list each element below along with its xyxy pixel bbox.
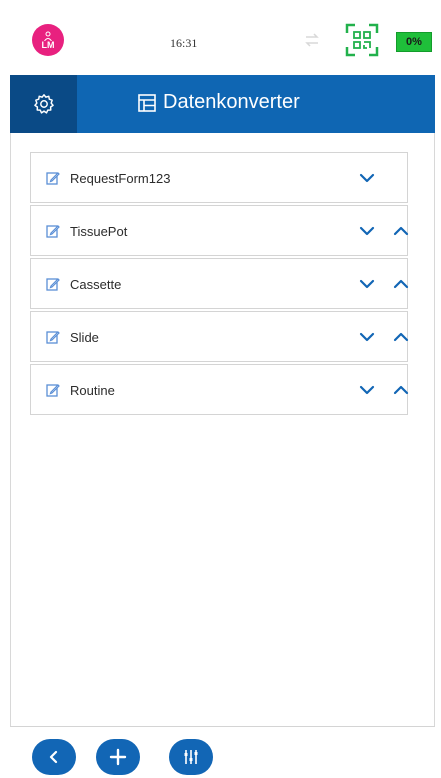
qr-scan-icon[interactable] [345,23,379,57]
back-button[interactable] [32,739,76,775]
list-item[interactable]: Cassette [30,258,410,309]
edit-icon[interactable] [46,277,60,291]
edit-icon[interactable] [46,171,60,185]
table-icon [138,93,156,112]
chevron-left-icon [49,750,58,764]
edit-icon[interactable] [46,383,60,397]
chevron-up-icon[interactable] [392,381,410,399]
page-title: Datenkonverter [137,91,300,114]
list-item[interactable]: Slide [30,311,410,362]
chevron-down-icon[interactable] [358,222,376,240]
chevron-up-icon[interactable] [392,222,410,240]
avatar-initials: LM [41,39,55,50]
list-item[interactable]: TissuePot [30,205,410,256]
chevron-up-icon[interactable] [392,275,410,293]
settings-button[interactable] [10,75,77,133]
list-item-label: Cassette [70,277,122,292]
list-item-label: RequestForm123 [70,171,171,186]
edit-icon[interactable] [46,330,60,344]
edit-icon[interactable] [46,224,60,238]
chevron-down-icon[interactable] [358,328,376,346]
avatar[interactable]: LM [32,24,64,56]
converter-list: RequestForm123 TissuePot Cassette Slide … [30,152,410,417]
list-item-label: Slide [70,330,99,345]
list-item[interactable]: RequestForm123 [30,152,408,203]
bottom-toolbar [10,726,435,778]
app-header: Datenkonverter [10,75,435,133]
battery-indicator: 0% [396,32,432,52]
gear-icon [33,94,54,114]
plus-icon [109,748,127,766]
chevron-down-icon[interactable] [358,169,376,187]
list-item-label: TissuePot [70,224,128,239]
status-bar: LM 16:31 0% [10,0,435,75]
list-item-label: Routine [70,383,115,398]
chevron-down-icon[interactable] [358,275,376,293]
chevron-down-icon[interactable] [358,381,376,399]
clock: 16:31 [170,36,198,50]
filter-button[interactable] [169,739,213,775]
list-item[interactable]: Routine [30,364,410,415]
add-button[interactable] [96,739,140,775]
sync-icon [305,33,319,47]
sliders-icon [184,750,198,764]
chevron-up-icon[interactable] [392,328,410,346]
page-title-text: Datenkonverter [163,91,300,113]
person-icon [44,31,52,41]
